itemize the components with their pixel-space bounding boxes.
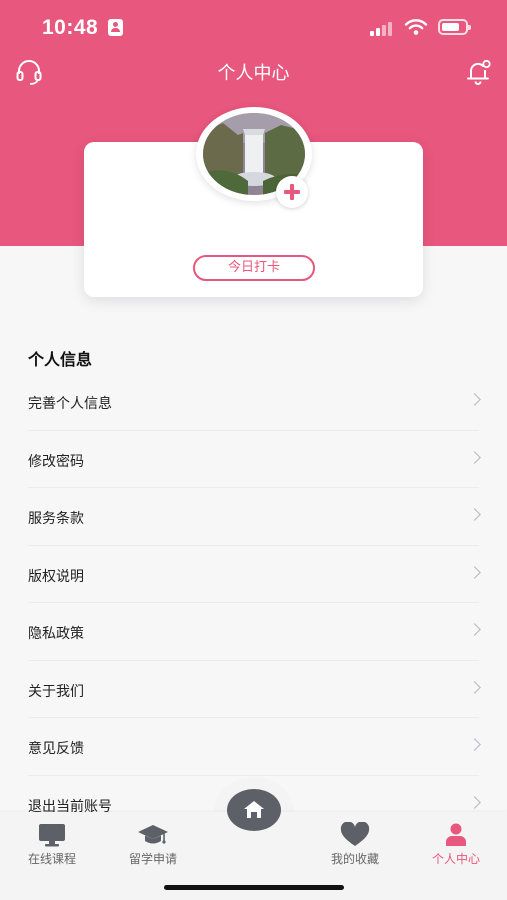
battery-icon: [438, 19, 471, 35]
page-title: 个人中心: [217, 63, 290, 84]
graduation-cap-icon: [138, 825, 168, 844]
person-icon: [446, 823, 466, 846]
menu-item-label: 版权说明: [28, 568, 84, 585]
home-indicator: [164, 885, 344, 890]
tab-label: 留学申请: [128, 852, 177, 866]
chevron-right-icon: [468, 393, 481, 406]
heart-icon: [340, 822, 370, 846]
tab-label: 个人中心: [431, 852, 480, 866]
status-person-icon: [108, 19, 123, 36]
settings-menu: 完善个人信息 修改密码 服务条款 版权说明 隐私政策 关于我们 意见反馈 退出当…: [0, 373, 507, 833]
tab-online-courses[interactable]: 在线课程: [7, 812, 97, 872]
status-bar: 10:48: [0, 0, 507, 50]
chevron-right-icon: [468, 565, 481, 579]
add-avatar-button[interactable]: [276, 176, 308, 208]
tab-profile[interactable]: 个人中心: [411, 812, 501, 872]
home-button[interactable]: [227, 789, 281, 831]
tab-study-abroad[interactable]: 留学申请: [108, 812, 198, 872]
menu-item-label: 隐私政策: [28, 626, 84, 642]
section-title: 个人信息: [28, 350, 93, 369]
status-time: 10:48: [42, 16, 99, 39]
monitor-icon: [39, 824, 65, 847]
checkin-button[interactable]: 今日打卡: [193, 255, 315, 281]
menu-item-label: 关于我们: [28, 683, 84, 700]
menu-item-feedback[interactable]: 意见反馈: [0, 718, 507, 776]
bell-icon[interactable]: [463, 57, 493, 87]
tab-label: 在线课程: [27, 852, 76, 866]
menu-item-terms[interactable]: 服务条款: [0, 488, 507, 546]
chevron-right-icon: [468, 623, 481, 636]
menu-item-copyright[interactable]: 版权说明: [0, 546, 507, 604]
chevron-right-icon: [468, 508, 481, 521]
menu-item-label: 完善个人信息: [28, 396, 112, 412]
menu-item-label: 意见反馈: [28, 741, 84, 757]
menu-item-label: 修改密码: [28, 453, 84, 470]
menu-item-complete-info[interactable]: 完善个人信息: [0, 373, 507, 431]
tab-label: 我的收藏: [330, 852, 379, 866]
menu-item-change-password[interactable]: 修改密码: [0, 431, 507, 489]
chevron-right-icon: [468, 680, 481, 694]
chevron-right-icon: [468, 450, 481, 464]
home-icon: [244, 801, 264, 818]
menu-item-label: 服务条款: [28, 511, 84, 527]
wifi-icon: [404, 19, 428, 35]
menu-item-privacy[interactable]: 隐私政策: [0, 603, 507, 661]
tab-favorites[interactable]: 我的收藏: [310, 812, 400, 872]
signal-icon: [370, 20, 396, 36]
menu-item-about[interactable]: 关于我们: [0, 661, 507, 719]
chevron-right-icon: [468, 795, 481, 809]
chevron-right-icon: [468, 738, 481, 751]
